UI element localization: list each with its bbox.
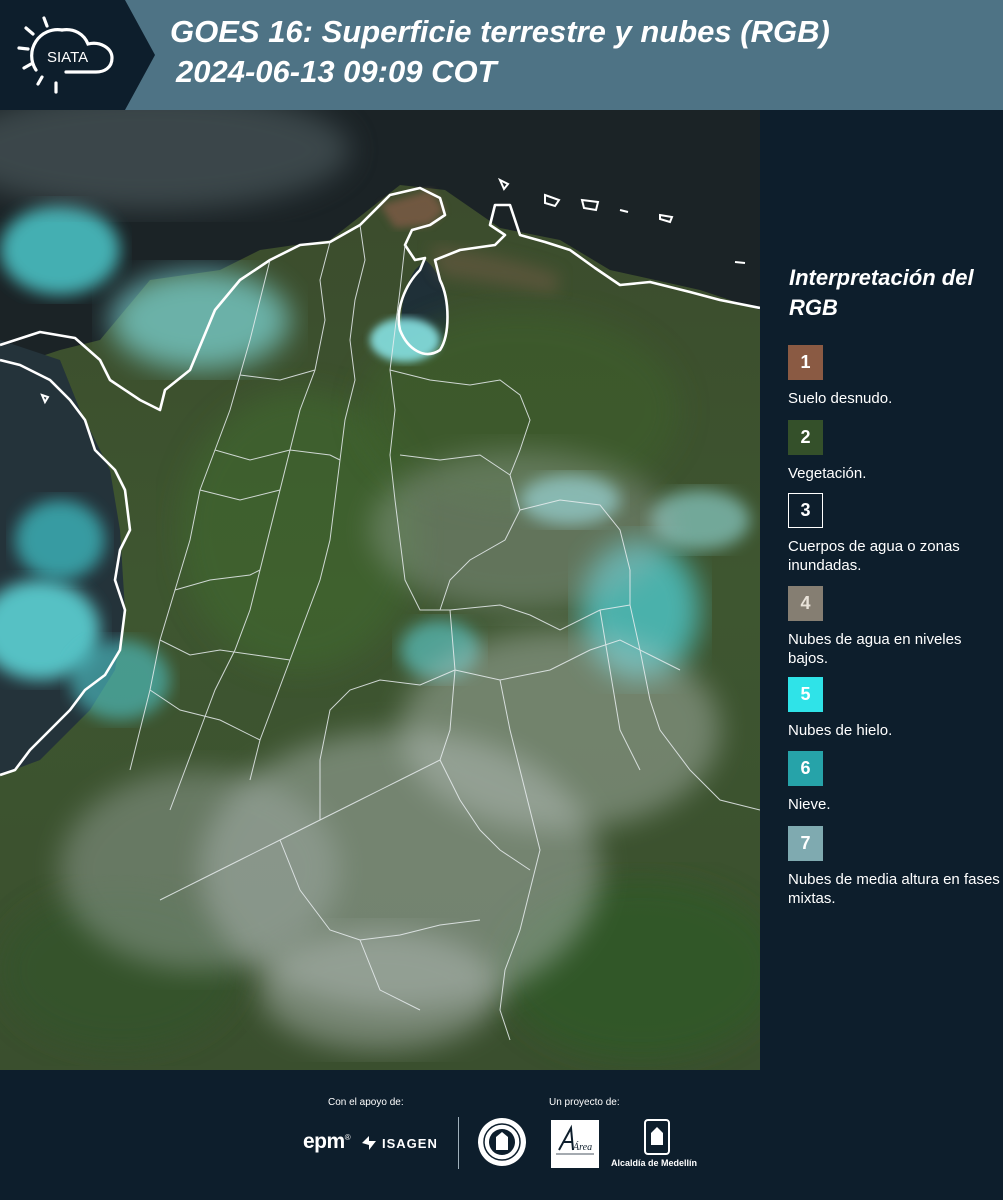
footer-divider: [458, 1117, 459, 1169]
legend-label-2: Vegetación.: [788, 465, 867, 482]
legend-swatch-7: 7: [788, 826, 823, 861]
area-metropolitana-logo: Área: [551, 1120, 599, 1168]
epm-logo: epm®: [303, 1130, 351, 1154]
legend-panel: Interpretación del RGB 1 Suelo desnudo. …: [760, 110, 1003, 1070]
isagen-logo-text: ISAGEN: [382, 1135, 438, 1151]
legend-swatch-5: 5: [788, 677, 823, 712]
legend-item-bare-soil: 1 Suelo desnudo.: [788, 345, 1000, 408]
area-logo-text: Área: [572, 1141, 592, 1153]
satellite-map: [0, 110, 760, 1070]
legend-label-6: Nieve.: [788, 796, 831, 813]
legend-item-snow: 6 Nieve.: [788, 751, 1000, 814]
legend-item-low-water-clouds: 4 Nubes de agua en niveles bajos.: [788, 586, 1000, 668]
siata-logo-text: SIATA: [47, 49, 88, 66]
registered-mark-icon: ®: [344, 1133, 351, 1142]
footer-bar: Con el apoyo de: Un proyecto de: epm® IS…: [0, 1070, 1003, 1200]
legend-item-mid-clouds: 7 Nubes de media altura en fases mixtas.: [788, 826, 1000, 908]
header-bar: SIATA GOES 16: Superficie terrestre y nu…: [0, 0, 1003, 110]
legend-swatch-3: 3: [788, 493, 823, 528]
university-seal-icon: [477, 1117, 527, 1167]
page-timestamp: 2024-06-13 09:09 COT: [176, 54, 497, 89]
legend-swatch-1: 1: [788, 345, 823, 380]
legend-item-vegetation: 2 Vegetación.: [788, 420, 1000, 483]
page-title: GOES 16: Superficie terrestre y nubes (R…: [170, 14, 830, 49]
legend-swatch-4: 4: [788, 586, 823, 621]
isagen-mark-icon: [362, 1136, 376, 1150]
legend-swatch-2: 2: [788, 420, 823, 455]
legend-swatch-6: 6: [788, 751, 823, 786]
isagen-logo: ISAGEN: [360, 1132, 438, 1154]
legend-label-4: Nubes de agua en niveles bajos.: [788, 631, 962, 667]
legend-item-ice-clouds: 5 Nubes de hielo.: [788, 677, 1000, 740]
legend-label-7: Nubes de media altura en fases mixtas.: [788, 871, 1000, 907]
legend-label-3: Cuerpos de agua o zonas inundadas.: [788, 538, 960, 574]
epm-logo-text: epm: [303, 1130, 345, 1153]
legend-label-5: Nubes de hielo.: [788, 722, 893, 739]
alcaldia-label: Alcaldía de Medellín: [611, 1158, 698, 1168]
legend-item-water: 3 Cuerpos de agua o zonas inundadas.: [788, 493, 1000, 575]
legend-title: Interpretación del RGB: [789, 265, 974, 320]
legend-label-1: Suelo desnudo.: [788, 390, 893, 407]
alcaldia-emblem-icon: [643, 1119, 671, 1155]
project-label: Un proyecto de:: [549, 1097, 620, 1108]
support-label: Con el apoyo de:: [328, 1097, 404, 1108]
siata-logo: SIATA: [0, 0, 155, 110]
